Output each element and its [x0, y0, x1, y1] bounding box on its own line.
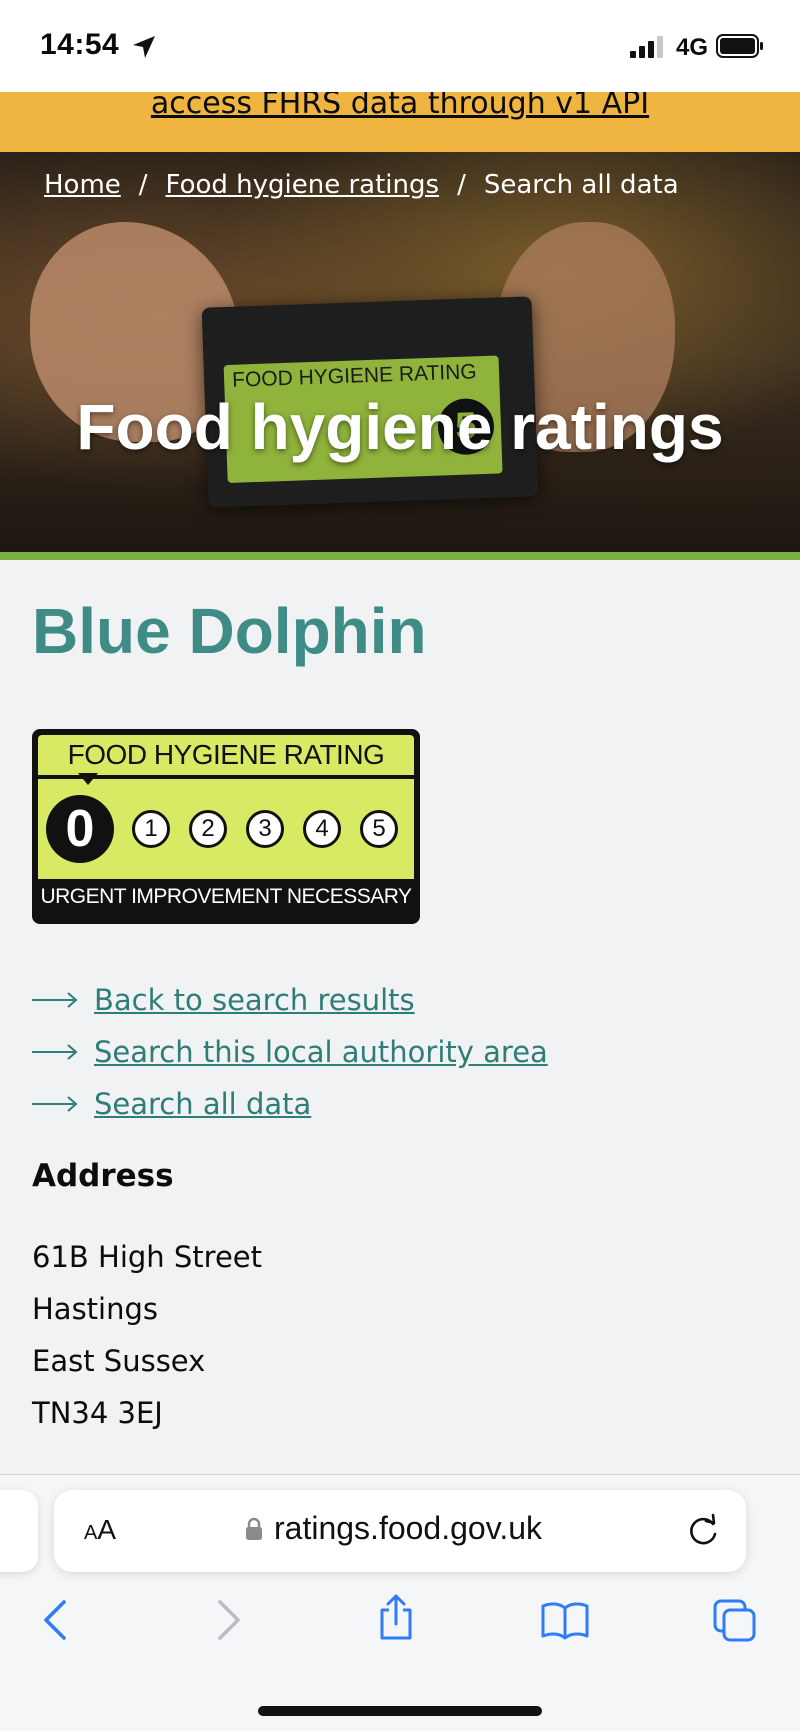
rating-label: URGENT IMPROVEMENT NECESSARY: [40, 885, 412, 908]
rating-pointer: [78, 773, 98, 785]
rating-badge: FOOD HYGIENE RATING 0 1 2 3 4 5 URGENT I…: [32, 729, 420, 924]
business-name: Blue Dolphin: [32, 595, 427, 667]
rating-scale-5: 5: [360, 810, 398, 848]
api-banner-link[interactable]: access FHRS data through v1 API: [0, 92, 800, 121]
book-icon[interactable]: [540, 1598, 590, 1646]
rating-badge-title: FOOD HYGIENE RATING: [67, 739, 385, 770]
search-all-data-link[interactable]: Search all data: [94, 1087, 311, 1121]
chevron-left-icon[interactable]: [40, 1598, 70, 1646]
link-back-to-results[interactable]: Back to search results: [32, 980, 415, 1020]
page-title: Food hygiene ratings: [76, 391, 724, 463]
reader-settings-button[interactable]: AA: [84, 1514, 116, 1546]
breadcrumb-current: Search all data: [483, 170, 679, 200]
link-search-local-authority[interactable]: Search this local authority area: [32, 1032, 548, 1072]
link-search-all-data[interactable]: Search all data: [32, 1084, 311, 1124]
breadcrumb-separator: /: [457, 170, 466, 200]
address-line: Hastings: [32, 1292, 159, 1326]
address-line: TN34 3EJ: [32, 1396, 163, 1430]
home-indicator[interactable]: [258, 1706, 542, 1716]
rating-scale-1: 1: [132, 810, 170, 848]
arrow-right-icon: [32, 1044, 78, 1060]
arrow-right-icon: [32, 1096, 78, 1112]
address-line: 61B High Street: [32, 1240, 263, 1274]
previous-tab-preview[interactable]: [0, 1490, 38, 1572]
breadcrumb-ratings[interactable]: Food hygiene ratings: [166, 170, 440, 200]
share-icon[interactable]: [376, 1592, 416, 1646]
address-bar[interactable]: AA ratings.food.gov.uk: [54, 1490, 746, 1572]
network-type: 4G: [676, 34, 709, 61]
breadcrumb: Home / Food hygiene ratings / Search all dat…: [44, 170, 679, 200]
api-banner: access FHRS data through v1 API: [0, 92, 800, 152]
arrow-right-icon: [32, 992, 78, 1008]
reload-icon[interactable]: [686, 1512, 720, 1552]
breadcrumb-home[interactable]: Home: [44, 170, 121, 200]
tabs-icon[interactable]: [712, 1598, 758, 1648]
location-arrow-icon: [131, 34, 157, 64]
address-line: East Sussex: [32, 1344, 206, 1378]
search-local-authority-link[interactable]: Search this local authority area: [94, 1035, 548, 1069]
chevron-right-icon[interactable]: [214, 1598, 244, 1646]
battery-icon: [716, 34, 764, 62]
hero-divider: [0, 552, 800, 560]
breadcrumb-separator: /: [138, 170, 148, 200]
address-heading: Address: [32, 1158, 174, 1194]
rating-scale-4: 4: [303, 810, 341, 848]
hero-section: FOOD HYGIENE RATING 5 Home / Food hygiene …: [0, 152, 800, 560]
lock-icon: [246, 1517, 262, 1540]
back-to-results-link[interactable]: Back to search results: [94, 983, 415, 1017]
url-display[interactable]: ratings.food.gov.uk: [244, 1510, 542, 1547]
rating-value: 0: [46, 795, 114, 863]
status-bar: 14:54 4G: [0, 0, 800, 92]
rating-scale-2: 2: [189, 810, 227, 848]
status-time: 14:54: [40, 28, 120, 61]
signal-icon: [630, 36, 666, 62]
url-text: ratings.food.gov.uk: [274, 1510, 543, 1546]
rating-scale-3: 3: [246, 810, 284, 848]
